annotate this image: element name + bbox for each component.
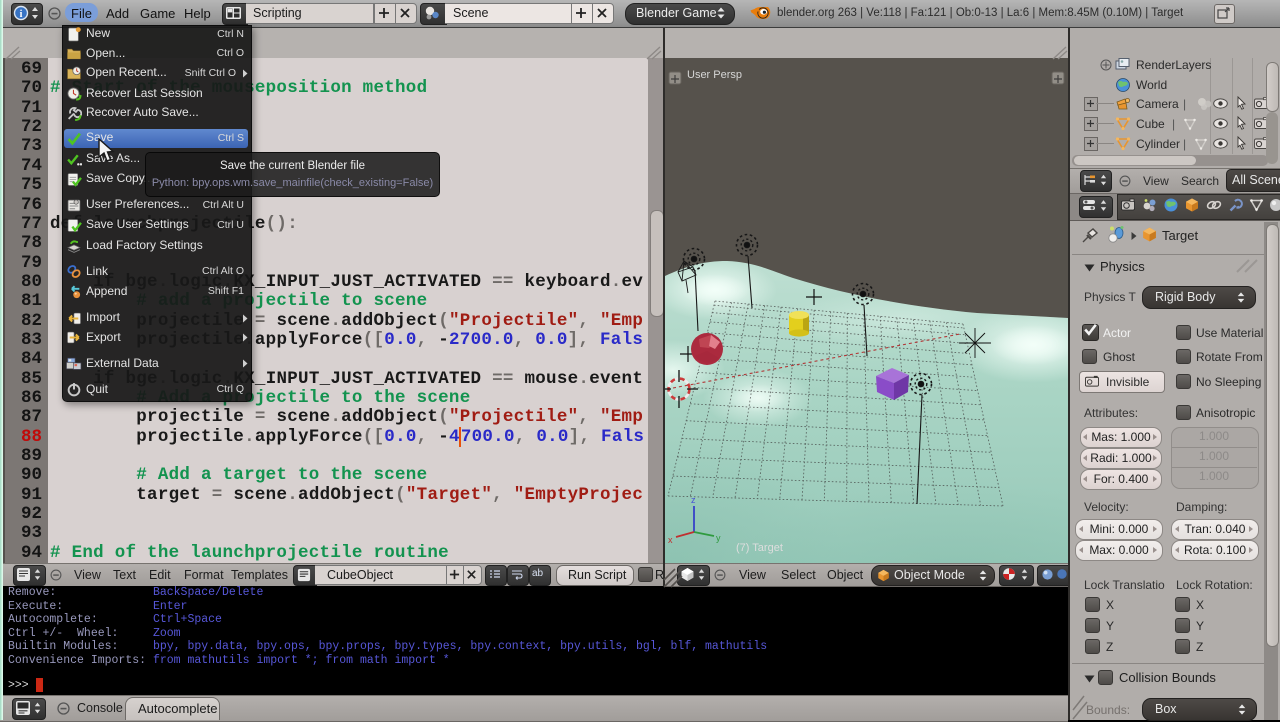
svg-text:(7) Target: (7) Target [736, 542, 783, 554]
svg-text:z: z [691, 495, 696, 505]
svg-text:i: i [20, 9, 23, 20]
svg-text:y: y [716, 533, 721, 543]
svg-text:x: x [668, 535, 673, 545]
svg-text:User Persp: User Persp [687, 69, 742, 81]
